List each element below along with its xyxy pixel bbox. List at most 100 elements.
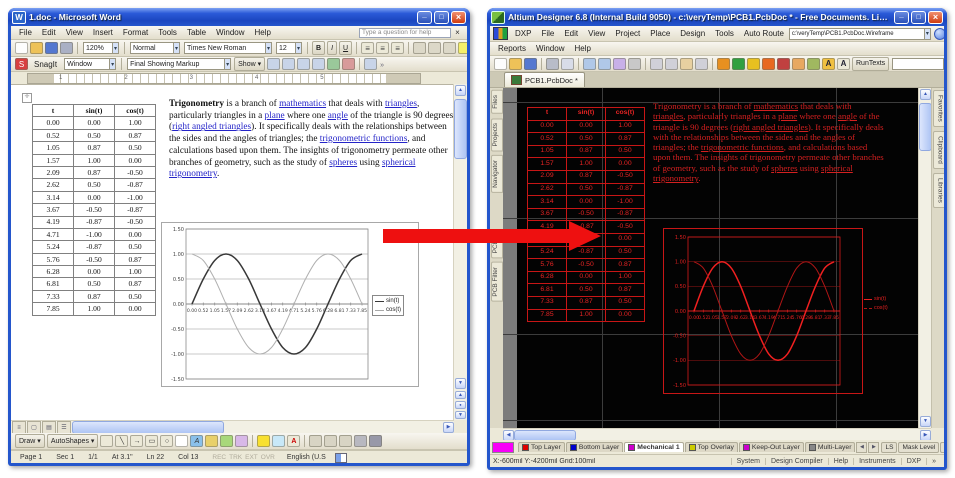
menu-item[interactable]: Edit: [559, 28, 583, 39]
next-page-icon[interactable]: [455, 411, 466, 419]
scrollbar-thumb[interactable]: [454, 99, 467, 159]
line-icon[interactable]: [115, 435, 128, 447]
print-icon[interactable]: [546, 58, 559, 70]
scroll-right-icon[interactable]: [920, 430, 931, 441]
help-circle-icon[interactable]: [934, 28, 944, 40]
dash-style-icon[interactable]: [324, 435, 337, 447]
next-change-icon[interactable]: [312, 58, 325, 70]
layer-bar-button[interactable]: Clear: [940, 442, 944, 453]
place-via-icon[interactable]: [747, 58, 760, 70]
bold-button[interactable]: B: [312, 41, 325, 55]
place-component-icon[interactable]: [807, 58, 820, 70]
menu-item[interactable]: Window: [531, 43, 569, 54]
scroll-up-icon[interactable]: [920, 89, 931, 100]
layer-tabs-scroll-right-icon[interactable]: ▶: [868, 442, 879, 453]
oval-icon[interactable]: [160, 435, 173, 447]
pcb-canvas[interactable]: tsin(t)cos(t)0.000.001.000.520.500.871.0…: [503, 88, 918, 428]
menu-item[interactable]: Tools: [153, 27, 182, 38]
horizontal-ruler[interactable]: 123456: [11, 72, 454, 84]
menu-item[interactable]: Format: [118, 27, 153, 38]
snagit-window-combo[interactable]: Window: [64, 58, 116, 70]
empty-combo[interactable]: [892, 58, 944, 70]
layer-tab[interactable]: Keep-Out Layer: [739, 442, 804, 452]
style-combo[interactable]: Normal: [130, 42, 180, 54]
pcb-document-tab[interactable]: PCB1.PcbDoc *: [504, 72, 585, 87]
save-icon[interactable]: [524, 58, 537, 70]
reject-change-icon[interactable]: [342, 58, 355, 70]
insert-comment-icon[interactable]: [267, 58, 280, 70]
font-combo[interactable]: Times New Roman: [184, 42, 272, 54]
altium-titlebar[interactable]: Altium Designer 6.8 (Internal Build 9050…: [487, 8, 947, 26]
layer-tab[interactable]: Top Overlay: [685, 442, 738, 452]
current-layer-swatch[interactable]: [492, 442, 514, 453]
panel-tab[interactable]: Projects: [491, 118, 503, 151]
status-bar-button[interactable]: Instruments: [853, 458, 901, 465]
menu-item[interactable]: Place: [645, 28, 675, 39]
panel-tab[interactable]: Files: [491, 90, 503, 114]
insert-table-icon[interactable]: [364, 58, 377, 70]
select-objects-icon[interactable]: [100, 435, 113, 447]
hyperlink-text[interactable]: trigonometric functions: [320, 134, 408, 144]
menu-item[interactable]: Tools: [710, 28, 739, 39]
underline-button[interactable]: U: [339, 41, 352, 55]
diagram-icon[interactable]: [205, 435, 218, 447]
snagit-icon[interactable]: S: [15, 58, 28, 70]
panel-tab[interactable]: Libraries: [933, 173, 945, 208]
cross-select-icon[interactable]: [613, 58, 626, 70]
maximize-button[interactable]: [911, 11, 926, 24]
menu-item[interactable]: Reports: [493, 43, 531, 54]
open-folder-icon[interactable]: [509, 58, 522, 70]
horizontal-scroll-track[interactable]: [72, 422, 442, 433]
status-bar-button[interactable]: DXP: [901, 458, 926, 465]
interactive-routing-icon[interactable]: [717, 58, 730, 70]
font-size-combo[interactable]: 12: [276, 42, 302, 54]
italic-button[interactable]: I: [327, 41, 337, 55]
place-arc-icon[interactable]: [762, 58, 775, 70]
menu-item[interactable]: Help: [250, 27, 276, 38]
panel-tab[interactable]: PCB Filter: [491, 262, 503, 302]
zoom-combo[interactable]: 120%: [83, 42, 119, 54]
scrollbar-thumb[interactable]: [514, 430, 576, 441]
hyperlink-text[interactable]: spheres: [329, 158, 357, 168]
scroll-down-icon[interactable]: [920, 416, 931, 427]
table-move-handle-icon[interactable]: [22, 93, 32, 103]
status-bar-button[interactable]: Help: [828, 458, 853, 465]
cut-icon[interactable]: [650, 58, 663, 70]
canvas-vertical-scrollbar[interactable]: [918, 88, 932, 428]
filter-clear-icon[interactable]: [628, 58, 641, 70]
autoshapes-menu-button[interactable]: AutoShapes ▾: [47, 434, 99, 448]
hyperlink-text[interactable]: angle: [838, 111, 857, 121]
clip-art-icon[interactable]: [220, 435, 233, 447]
menu-item[interactable]: File: [14, 27, 37, 38]
track-changes-icon[interactable]: [282, 58, 295, 70]
print-preview-icon[interactable]: [561, 58, 574, 70]
align-center-icon[interactable]: [376, 42, 389, 54]
close-button[interactable]: [928, 11, 943, 24]
borders-icon[interactable]: [443, 42, 456, 54]
hyperlink-text[interactable]: plane: [265, 111, 285, 121]
line-color-icon[interactable]: [272, 435, 285, 447]
place-polygon-icon[interactable]: [792, 58, 805, 70]
panel-tab[interactable]: Navigator: [491, 155, 503, 193]
maximize-button[interactable]: [434, 11, 449, 24]
numbered-list-icon[interactable]: [413, 42, 426, 54]
status-bar-button[interactable]: System: [731, 458, 765, 465]
layer-tab[interactable]: Mechanical 1: [624, 442, 683, 452]
hyperlink-text[interactable]: mathematics: [279, 99, 326, 109]
font-color-icon[interactable]: [287, 435, 300, 447]
undo-icon[interactable]: [695, 58, 708, 70]
zoom-window-icon[interactable]: [583, 58, 596, 70]
text-box-icon[interactable]: [175, 435, 188, 447]
menu-item[interactable]: Table: [182, 27, 211, 38]
configuration-combo[interactable]: c:\veryTemp\PCB1.PcbDoc.Wireframe: [789, 28, 931, 40]
word-horizontal-scrollbar[interactable]: ≡ ▢ ▤ ☰: [11, 420, 454, 434]
bullet-list-icon[interactable]: [428, 42, 441, 54]
scroll-down-icon[interactable]: [455, 378, 466, 389]
hyperlink-text[interactable]: triangles: [385, 99, 417, 109]
layer-tab[interactable]: Bottom Layer: [566, 442, 623, 452]
word-art-icon[interactable]: [190, 435, 203, 447]
place-fill-icon[interactable]: [777, 58, 790, 70]
rectangle-icon[interactable]: [145, 435, 158, 447]
insert-picture-icon[interactable]: [235, 435, 248, 447]
panel-tab[interactable]: Clipboard: [933, 131, 945, 169]
